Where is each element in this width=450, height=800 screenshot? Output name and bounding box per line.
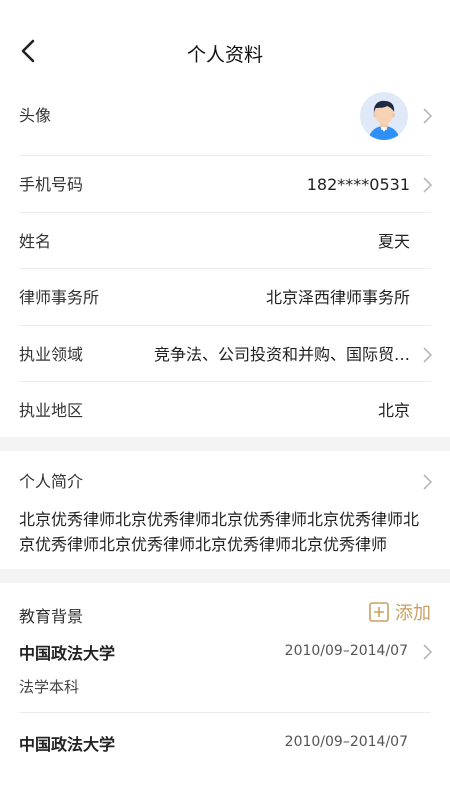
chevron-right-icon: [421, 346, 433, 364]
education-section: 教育背景 添加 中国政法大学 2010/09–2014/07 法学本科 中国政法…: [0, 583, 450, 800]
section-gap: [0, 569, 450, 583]
education-dates: 2010/09–2014/07: [284, 643, 408, 659]
name-label: 姓名: [19, 232, 52, 251]
firm-value: 北京泽西律师事务所: [265, 288, 410, 307]
avatar-row[interactable]: 头像: [0, 77, 450, 155]
phone-row[interactable]: 手机号码 182****0531: [0, 156, 450, 213]
section-gap: [0, 437, 450, 451]
chevron-right-icon: [421, 107, 433, 125]
practice-area-label: 执业领域: [19, 345, 84, 364]
school-name: 中国政法大学: [19, 735, 116, 754]
name-value: 夏天: [377, 232, 410, 251]
avatar: [360, 92, 408, 140]
chevron-right-icon: [421, 176, 433, 194]
practice-area-value: 竞争法、公司投资和并购、国际贸…: [153, 345, 410, 364]
plus-square-icon: [369, 602, 389, 622]
bio-text: 北京优秀律师北京优秀律师北京优秀律师北京优秀律师北京优秀律师北京优秀律师北京优秀…: [19, 510, 420, 554]
firm-row: 律师事务所 北京泽西律师事务所: [0, 269, 450, 326]
name-row: 姓名 夏天: [0, 213, 450, 270]
chevron-right-icon: [421, 643, 433, 661]
bio-section[interactable]: 个人简介 北京优秀律师北京优秀律师北京优秀律师北京优秀律师北京优秀律师北京优秀律…: [0, 451, 450, 569]
degree: 法学本科: [19, 678, 80, 696]
practice-region-row: 执业地区 北京: [0, 382, 450, 439]
school-name: 中国政法大学: [19, 644, 116, 663]
add-education-button[interactable]: 添加: [369, 600, 431, 624]
bio-label: 个人简介: [19, 472, 84, 491]
phone-value: 182****0531: [306, 175, 410, 194]
practice-region-label: 执业地区: [19, 401, 84, 420]
practice-area-row[interactable]: 执业领域 竞争法、公司投资和并购、国际贸…: [0, 326, 450, 383]
avatar-label: 头像: [19, 106, 52, 125]
chevron-right-icon: [421, 473, 433, 491]
education-dates: 2010/09–2014/07: [284, 734, 408, 750]
add-education-label: 添加: [395, 603, 431, 624]
page-title: 个人资料: [186, 44, 263, 66]
education-label: 教育背景: [19, 607, 84, 626]
firm-label: 律师事务所: [19, 288, 100, 307]
phone-label: 手机号码: [19, 175, 84, 194]
practice-region-value: 北京: [377, 401, 410, 420]
divider: [19, 712, 431, 713]
